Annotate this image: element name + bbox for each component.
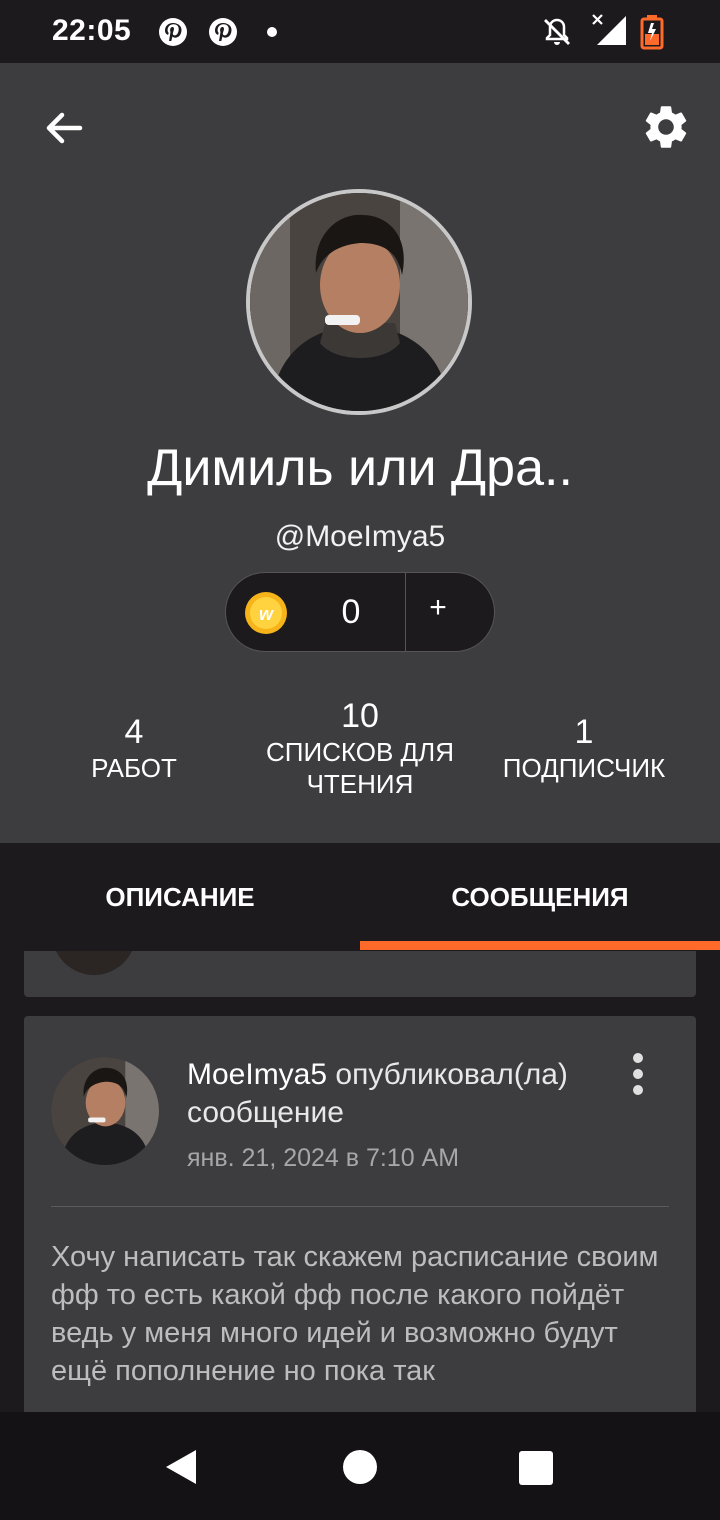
stat-works[interactable]: 4 РАБОТ [44,713,224,784]
notifications-off-icon [544,18,570,45]
coin-icon: w [245,592,287,634]
message-author[interactable]: MoeImya5 [187,1058,327,1091]
nav-back-icon[interactable] [162,1447,200,1487]
message-header: MoeImya5 опубликовал(ла) сообщение [187,1056,607,1132]
status-bar: 22:05 [0,0,720,63]
pinterest-icon [159,18,187,46]
stat-reading-lists-label: СПИСКОВ ДЛЯ ЧТЕНИЯ [265,737,455,799]
signal-no-data-icon [592,14,626,45]
nav-home-icon[interactable] [342,1449,378,1485]
system-navigation-bar [0,1412,720,1520]
profile-tabs: ОПИСАНИЕ СООБЩЕНИЯ [0,843,720,951]
notification-dot-icon [267,27,277,37]
active-tab-indicator [360,941,720,950]
stat-followers[interactable]: 1 ПОДПИСЧИК [486,713,682,784]
stat-followers-label: ПОДПИСЧИК [502,753,666,783]
status-time: 22:05 [52,14,132,47]
tab-about[interactable]: ОПИСАНИЕ [0,843,360,951]
divider [51,1206,669,1207]
coins-balance-pill: w 0 + [225,572,495,652]
svg-text:w: w [259,604,274,624]
battery-low-icon [640,15,664,50]
stat-reading-lists-value: 10 [341,697,379,735]
avatar[interactable] [51,1057,159,1165]
more-options-icon[interactable] [626,1052,650,1100]
previous-message-card [24,951,696,997]
stat-works-label: РАБОТ [91,753,177,783]
avatar-photo [51,1057,159,1165]
profile-username: @MoeImya5 [274,520,446,553]
avatar-photo [250,193,468,411]
settings-gear-icon[interactable] [640,101,692,153]
stat-works-value: 4 [124,713,144,751]
pinterest-icon [209,18,237,46]
profile-display-name: Димиль или Дра.. [147,439,573,497]
coins-value: 0 [341,593,361,631]
profile-avatar[interactable] [246,189,472,415]
avatar [52,951,136,975]
nav-recents-icon[interactable] [518,1450,554,1486]
message-body: Хочу написать так скажем расписание свои… [51,1241,659,1387]
back-arrow-icon[interactable] [40,104,88,152]
buy-coins-button[interactable]: + [406,591,470,625]
stat-followers-value: 1 [574,713,594,751]
message-timestamp: янв. 21, 2024 в 7:10 AM [187,1144,460,1172]
message-card: MoeImya5 опубликовал(ла) сообщение янв. … [24,1016,696,1416]
tab-messages[interactable]: СООБЩЕНИЯ [360,843,720,951]
stat-reading-lists[interactable]: 10 СПИСКОВ ДЛЯ ЧТЕНИЯ [250,697,470,800]
